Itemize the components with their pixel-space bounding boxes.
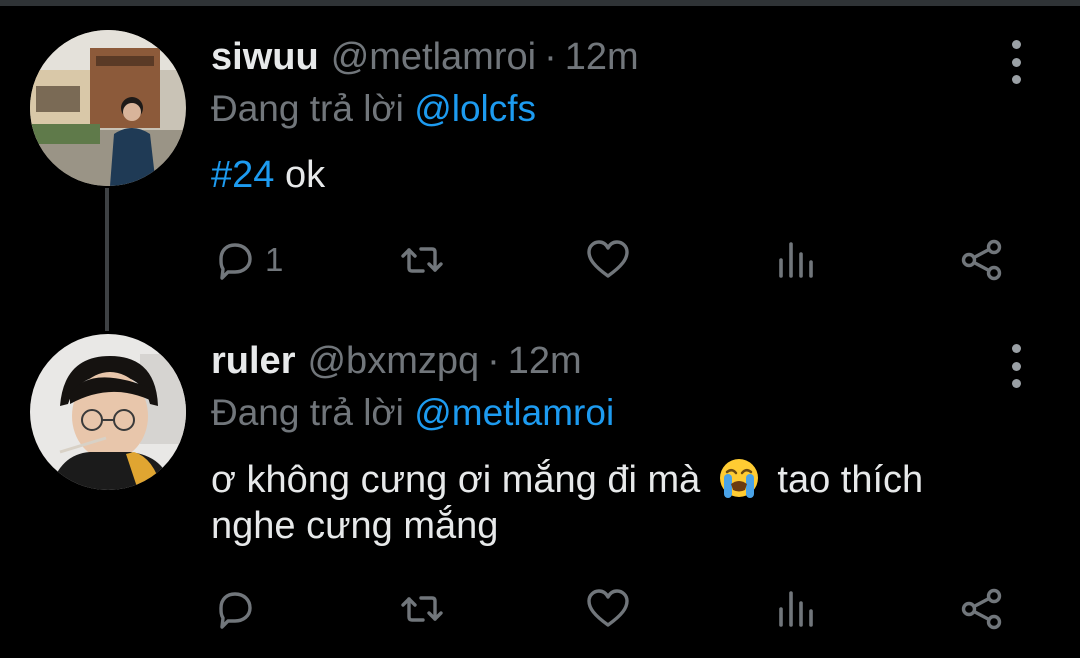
retweet-button[interactable] xyxy=(400,235,444,285)
share-button[interactable] xyxy=(960,235,1004,285)
tweet-header: ruler @bxmzpq · 12m xyxy=(211,340,582,388)
reply-icon xyxy=(219,243,252,280)
retweet-icon xyxy=(401,247,443,273)
separator: · xyxy=(544,36,557,78)
top-divider xyxy=(0,0,1080,6)
reply-prefix: Đang trả lời xyxy=(211,88,404,129)
display-name[interactable]: ruler xyxy=(211,340,295,383)
tweet-text: #24 ok xyxy=(211,152,325,198)
tweet-body-line2: nghe cưng mắng xyxy=(211,505,499,547)
like-button[interactable] xyxy=(586,584,630,634)
loudly-crying-face-icon xyxy=(719,459,758,498)
username[interactable]: @bxmzpq xyxy=(307,340,479,383)
retweet-icon xyxy=(401,596,443,622)
action-bar: 1 xyxy=(0,235,1080,285)
reply-mention[interactable]: @metlamroi xyxy=(414,392,614,433)
reply-button[interactable]: 1 xyxy=(213,235,283,285)
analytics-icon xyxy=(779,242,813,278)
separator: · xyxy=(487,340,500,382)
more-icon[interactable] xyxy=(1004,40,1028,84)
more-icon[interactable] xyxy=(1004,344,1028,388)
timestamp[interactable]: 12m xyxy=(508,340,582,383)
avatar[interactable] xyxy=(30,334,186,490)
reply-prefix: Đang trả lời xyxy=(211,392,404,433)
reply-icon xyxy=(219,592,252,629)
tweet-header: siwuu @metlamroi · 12m xyxy=(211,36,639,84)
hashtag-link[interactable]: #24 xyxy=(211,154,274,196)
like-button[interactable] xyxy=(586,235,630,285)
avatar[interactable] xyxy=(30,30,186,186)
tweet-body-line1: ơ không cưng ơi mắng đi mà xyxy=(211,459,701,501)
tweet-body: ok xyxy=(284,154,326,196)
reply-context: Đang trả lời @lolcfs xyxy=(211,88,536,130)
share-icon xyxy=(961,588,1002,630)
analytics-button[interactable] xyxy=(774,584,818,634)
share-button[interactable] xyxy=(960,584,1004,634)
display-name[interactable]: siwuu xyxy=(211,36,319,79)
timestamp[interactable]: 12m xyxy=(565,36,639,79)
analytics-icon xyxy=(779,591,813,627)
reply-context: Đang trả lời @metlamroi xyxy=(211,392,614,434)
like-icon xyxy=(587,240,629,278)
analytics-button[interactable] xyxy=(774,235,818,285)
username[interactable]: @metlamroi xyxy=(331,36,536,79)
like-icon xyxy=(587,589,629,627)
tweet-body-line1-end: tao thích xyxy=(777,459,924,501)
retweet-button[interactable] xyxy=(400,584,444,634)
reply-mention[interactable]: @lolcfs xyxy=(414,88,536,129)
reply-count: 1 xyxy=(265,241,284,278)
tweet-text: ơ không cưng ơi mắng đi mà tao thích ngh… xyxy=(211,456,923,549)
reply-button[interactable] xyxy=(213,584,265,634)
share-icon xyxy=(961,239,1002,281)
action-bar xyxy=(0,584,1080,634)
